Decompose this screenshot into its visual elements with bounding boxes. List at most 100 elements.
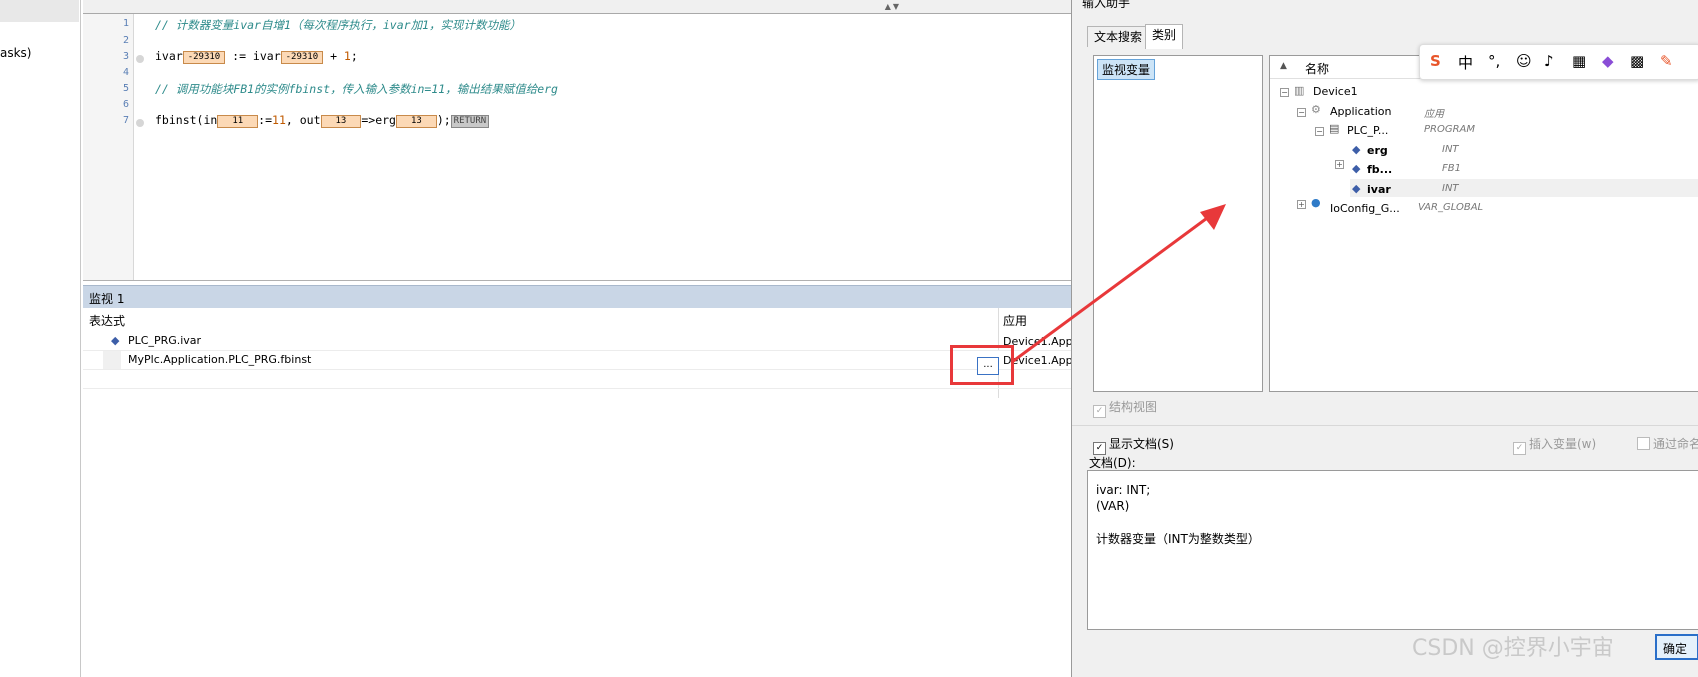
editor-splitter[interactable]: ▲▼: [83, 0, 1071, 14]
insert-variable-checkbox[interactable]: ✓ 插入变量(w): [1513, 435, 1596, 455]
code-token: :=: [225, 49, 253, 63]
code-token: );: [436, 113, 451, 127]
monitor-value[interactable]: -29310: [182, 51, 226, 64]
line-number: 7: [122, 115, 129, 126]
line-number: 4: [122, 67, 129, 78]
ime-toolbar: S 中 °, ☺ ♪ ▦ ◆ ▩ ✎: [1419, 44, 1698, 80]
by-name-label: 通过命名: [1653, 437, 1698, 451]
variable-icon: ◆: [1352, 162, 1361, 175]
expand-icon[interactable]: +: [1297, 200, 1306, 209]
dialog-title: 输入助手: [1082, 0, 1131, 10]
code-token: :=: [258, 113, 273, 127]
show-doc-label: 显示文档(S): [1109, 437, 1174, 451]
insert-var-label: 插入变量(w): [1529, 437, 1597, 451]
keyboard-icon[interactable]: ▦: [1572, 52, 1586, 70]
watch-row[interactable]: MyPlc.Application.PLC_PRG.fbinst Device1…: [83, 351, 1085, 370]
device-icon: ▥: [1294, 84, 1305, 97]
watch-panel-title[interactable]: 监视 1: [83, 285, 1071, 308]
show-documentation-checkbox[interactable]: ✓ 显示文档(S): [1093, 435, 1174, 455]
code-token: fbinst(in: [155, 113, 218, 127]
checkbox-checked-icon: ✓: [1513, 442, 1526, 455]
code-editor[interactable]: 1 // 计数器变量ivar自增1（每次程序执行，ivar加1，实现计数功能） …: [83, 14, 1071, 281]
category-item-watch-variables[interactable]: 监视变量: [1097, 59, 1156, 80]
emoji-icon[interactable]: ☺: [1516, 52, 1532, 70]
monitor-value[interactable]: 13: [320, 115, 362, 128]
tree-node-plc-prg[interactable]: PLC_P...: [1347, 124, 1388, 137]
code-line-3: ivar -29310 := ivar -29310 + 1;: [155, 49, 358, 64]
tree-row-selected[interactable]: [1350, 179, 1698, 197]
column-header-expression[interactable]: 表达式: [89, 312, 125, 329]
skin-icon[interactable]: ◆: [1602, 52, 1614, 70]
expand-icon[interactable]: +: [1335, 160, 1344, 169]
tree-type: PROGRAM: [1424, 124, 1476, 135]
doc-line: 计数器变量（INT为整数类型）: [1096, 532, 1260, 546]
tab-text-search[interactable]: 文本搜索: [1087, 26, 1150, 47]
variable-tree: ▲ 名称 − ▥ Device1 − ⚙ Application 应用 − ▤ …: [1269, 55, 1698, 392]
ok-button[interactable]: 确定: [1655, 634, 1698, 660]
doc-line: ivar: INT;: [1096, 483, 1151, 497]
tree-node-device1[interactable]: Device1: [1313, 85, 1358, 98]
watch-panel: 表达式 应用 ◆ PLC_PRG.ivar Device1.Applic MyP…: [83, 308, 1085, 677]
by-name-checkbox[interactable]: 通过命名: [1637, 435, 1698, 452]
code-token: ;: [350, 49, 358, 63]
code-comment: // 计数器变量ivar自增1（每次程序执行，ivar加1，实现计数功能）: [155, 18, 522, 32]
program-document-icon: ▤: [1329, 122, 1340, 135]
tree-node-application[interactable]: Application: [1330, 105, 1391, 118]
tree-node-fbinst[interactable]: fb...: [1367, 163, 1392, 176]
code-token: ivar: [252, 49, 281, 63]
tree-node-ivar[interactable]: ivar: [1367, 183, 1391, 196]
splitter-arrows-icon[interactable]: ▲▼: [885, 2, 901, 11]
collapse-icon[interactable]: −: [1297, 108, 1306, 117]
sort-up-icon[interactable]: ▲: [1280, 61, 1287, 71]
line-number: 2: [122, 35, 129, 46]
documentation-label: 文档(D):: [1089, 456, 1136, 470]
watch-title-text: 监视 1: [89, 292, 125, 306]
line-number: 6: [122, 99, 129, 110]
punctuation-icon[interactable]: °,: [1488, 52, 1500, 70]
code-token: =>erg: [361, 113, 396, 127]
line-number: 1: [122, 18, 129, 29]
watch-row[interactable]: ◆ PLC_PRG.ivar Device1.Applic: [83, 332, 1085, 351]
code-comment: // 调用功能块FB1的实例fbinst，传入输入参数in=11，输出结果赋值给…: [155, 82, 558, 96]
monitor-value[interactable]: -29310: [280, 51, 324, 64]
code-token: +: [323, 49, 344, 63]
application-gear-icon: ⚙: [1311, 103, 1321, 116]
code-token: , out: [285, 113, 321, 127]
monitor-value[interactable]: 11: [217, 115, 259, 128]
watch-row-empty[interactable]: [83, 370, 1071, 389]
return-marker: RETURN: [450, 115, 490, 128]
code-token: ivar: [155, 49, 183, 63]
tree-node-erg[interactable]: erg: [1367, 144, 1388, 157]
variable-icon: ◆: [111, 334, 120, 347]
sogou-logo-icon[interactable]: S: [1430, 52, 1441, 70]
tree-type: INT: [1442, 183, 1459, 194]
code-number: 1: [343, 49, 351, 63]
chinese-mode-icon[interactable]: 中: [1458, 52, 1473, 73]
monitor-value[interactable]: 13: [395, 115, 437, 128]
breakpoint-marker[interactable]: [136, 119, 144, 127]
breakpoint-marker[interactable]: [136, 55, 144, 63]
toolbox-grid-icon[interactable]: ▩: [1630, 52, 1644, 70]
tab-categories[interactable]: 类别: [1145, 24, 1184, 49]
structured-view-label: 结构视图: [1109, 400, 1158, 414]
tree-selected-row[interactable]: [0, 0, 79, 22]
feedback-icon[interactable]: ✎: [1660, 52, 1673, 70]
tree-item-tasks[interactable]: asks): [0, 46, 32, 60]
project-tree-pane: asks): [0, 0, 81, 677]
row-gutter: [103, 351, 121, 369]
line-number: 3: [122, 51, 129, 62]
variable-icon: ◆: [1352, 143, 1361, 156]
collapse-icon[interactable]: −: [1280, 88, 1289, 97]
tree-type: 应用: [1424, 109, 1444, 120]
structured-view-checkbox[interactable]: ✓ 结构视图: [1093, 398, 1157, 418]
collapse-icon[interactable]: −: [1315, 127, 1324, 136]
microphone-icon[interactable]: ♪: [1544, 52, 1554, 70]
watch-expression-editing[interactable]: MyPlc.Application.PLC_PRG.fbinst: [128, 353, 311, 366]
tree-header-name[interactable]: 名称: [1305, 60, 1329, 77]
variable-icon: ◆: [1352, 182, 1361, 195]
annotation-arrow: [1011, 204, 1226, 364]
documentation-box: ivar: INT; (VAR) 计数器变量（INT为整数类型）: [1087, 470, 1698, 630]
checkbox-checked-icon: ✓: [1093, 405, 1106, 418]
tree-node-ioconfig[interactable]: IoConfig_G...: [1330, 202, 1400, 215]
watermark: CSDN @控界小宇宙: [1412, 636, 1614, 661]
